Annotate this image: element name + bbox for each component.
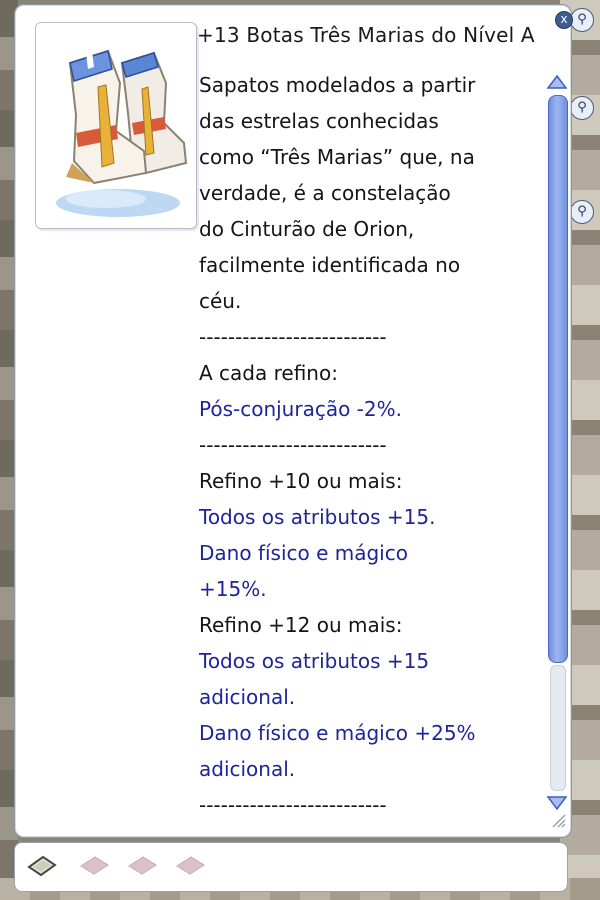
item-description: Sapatos modelados a partir das estrelas c… [199, 67, 529, 823]
scrollbar[interactable] [545, 73, 569, 813]
description-line: Todos os atributos +15. [199, 505, 436, 529]
description-line: +15%. [199, 577, 267, 601]
close-button[interactable]: x [555, 11, 573, 29]
description-line: Sapatos modelados a partir [199, 73, 476, 97]
description-line: facilmente identificada no [199, 253, 461, 277]
item-title: +13 Botas Três Marias do Nível A [197, 23, 535, 47]
description-line: Pós-conjuração -2%. [199, 397, 402, 421]
item-description-window: +13 Botas Três Marias do Nível A x Sapat… [14, 4, 573, 838]
resize-grip-icon[interactable] [549, 811, 567, 829]
scroll-track-empty[interactable] [550, 665, 566, 791]
empty-slot-icon[interactable] [173, 851, 207, 881]
card-slot-bar [14, 842, 568, 892]
description-line: do Cinturão de Orion, [199, 217, 415, 241]
magnifier-icon[interactable]: ⚲ [570, 8, 594, 32]
description-line: -------------------------- [199, 793, 387, 817]
description-line: A cada refino: [199, 361, 338, 385]
description-line: adicional. [199, 685, 296, 709]
description-line: céu. [199, 289, 242, 313]
description-line: das estrelas conhecidas [199, 109, 439, 133]
card-icon[interactable] [25, 851, 59, 881]
description-line: Refino +10 ou mais: [199, 469, 403, 493]
empty-slot-icon[interactable] [125, 851, 159, 881]
description-line: -------------------------- [199, 325, 387, 349]
description-line: Refino +12 ou mais: [199, 613, 403, 637]
description-line: Dano físico e mágico +25% [199, 721, 476, 745]
magnifier-icon[interactable]: ⚲ [570, 200, 594, 224]
item-image-frame [35, 22, 197, 229]
description-line: Dano físico e mágico [199, 541, 408, 565]
boots-icon [56, 49, 188, 217]
description-line: -------------------------- [199, 433, 387, 457]
description-line: adicional. [199, 757, 296, 781]
scroll-up-arrow-icon[interactable] [545, 73, 569, 95]
description-line: como “Três Marias” que, na [199, 145, 475, 169]
scroll-down-arrow-icon[interactable] [545, 791, 569, 813]
description-line: verdade, é a constelação [199, 181, 451, 205]
description-line: Todos os atributos +15 [199, 649, 430, 673]
magnifier-icon[interactable]: ⚲ [570, 96, 594, 120]
empty-slot-icon[interactable] [77, 851, 111, 881]
scroll-thumb[interactable] [548, 95, 568, 663]
